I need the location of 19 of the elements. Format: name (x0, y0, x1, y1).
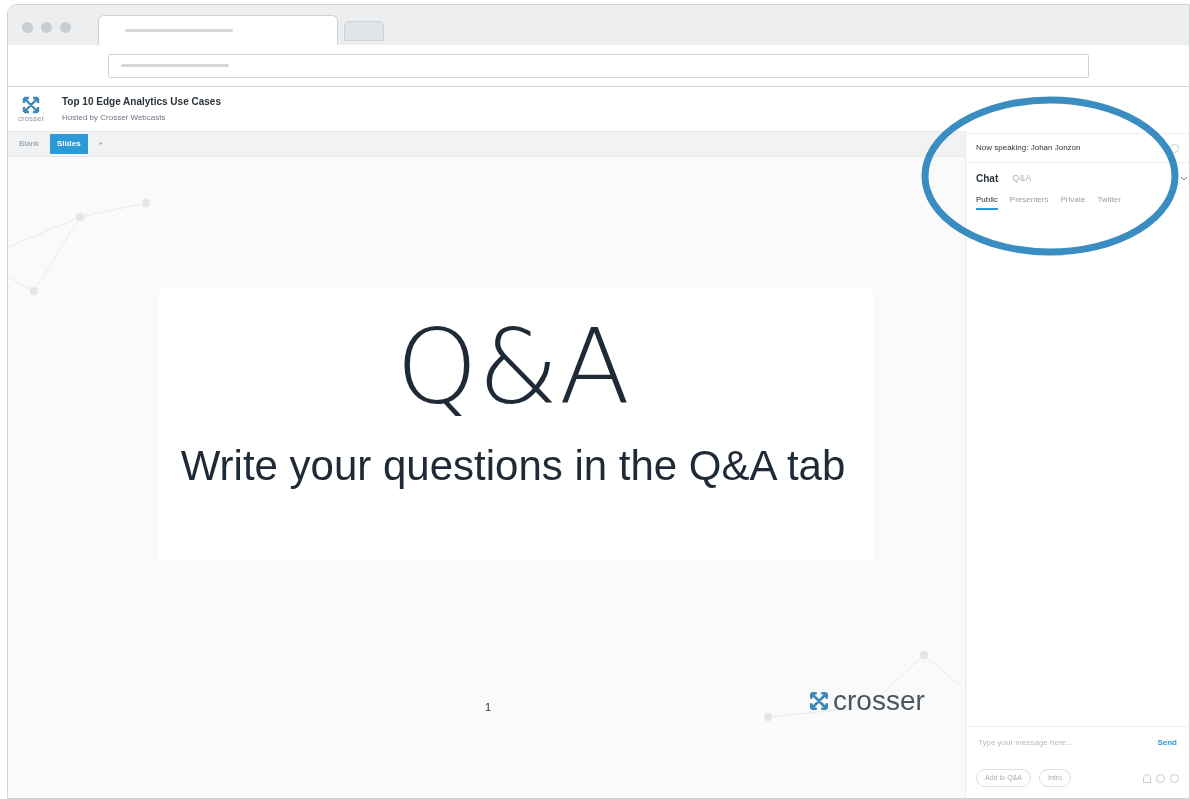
panel-tab[interactable]: Chat (976, 171, 999, 186)
channel-filter-tab[interactable]: Public (976, 194, 998, 210)
webcast-host: Hosted by Crosser Webcasts (62, 112, 167, 124)
view-tab[interactable]: Slides (50, 134, 88, 154)
webcast-title: Top 10 Edge Analytics Use Cases (62, 95, 221, 109)
message-field[interactable]: Type your message here... (978, 736, 1128, 749)
page-number: 1 (485, 700, 492, 715)
channel-filter-tab[interactable]: Private (1060, 194, 1086, 210)
slide-text: Write your questions in the Q&A tab (180, 441, 846, 491)
logo-text: crosser (833, 687, 925, 715)
slide-heading: Q&A (395, 307, 631, 427)
channel-filter-tab[interactable]: Presenters (1009, 194, 1049, 210)
send-button[interactable]: Send (1157, 736, 1177, 749)
now-speaking-text: Now speaking: Johan Jonzon (976, 142, 1081, 154)
view-tab[interactable]: Blank (14, 134, 44, 154)
logo-text: crosser (17, 115, 45, 123)
channel-filter-tab[interactable]: Twitter (1097, 194, 1121, 210)
view-tab[interactable]: + (93, 134, 109, 154)
panel-tab[interactable]: Q&A (1012, 171, 1032, 186)
